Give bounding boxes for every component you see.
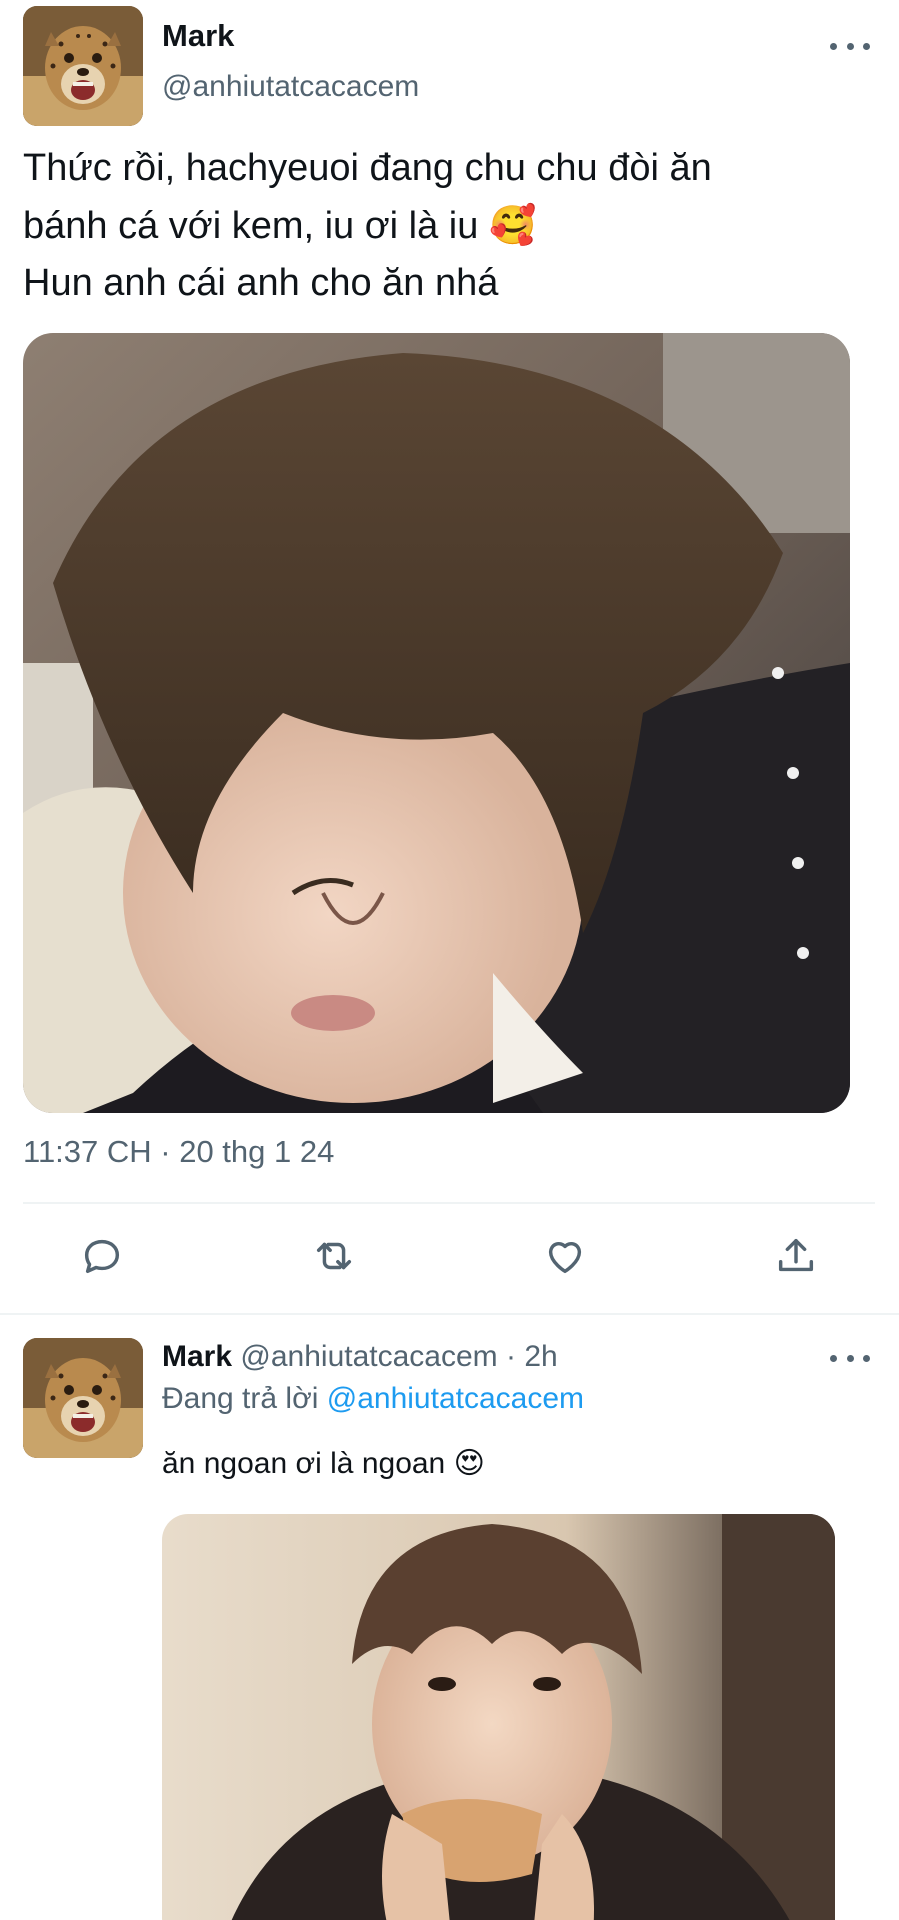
reply-header: Mark @anhiutatcacacem · 2h [162, 1340, 558, 1374]
reply-author-name[interactable]: Mark [162, 1340, 232, 1373]
divider [0, 1313, 899, 1315]
reply-photo[interactable] [162, 1514, 835, 1920]
tweet-text-line: Thức rồi, hachyeuoi đang chu chu đòi ăn [23, 147, 712, 189]
more-options-icon[interactable] [830, 36, 870, 56]
reply-icon[interactable] [72, 1226, 132, 1286]
tweet-text-line: bánh cá với kem, iu ơi là iu 🥰 [23, 203, 537, 247]
replying-mention-link[interactable]: @anhiutatcacacem [327, 1382, 584, 1415]
reply-author-avatar[interactable] [23, 1338, 143, 1458]
heart-eyes-emoji: 😍 [453, 1446, 485, 1481]
reply-author-handle[interactable]: @anhiutatcacacem [240, 1340, 497, 1373]
replying-label: Đang trả lời [162, 1382, 319, 1415]
author-avatar[interactable] [23, 6, 143, 126]
photo-image [23, 333, 850, 1113]
author-handle[interactable]: @anhiutatcacacem [162, 70, 419, 104]
smiling-face-with-hearts-emoji: 🥰 [488, 203, 537, 247]
reply-time[interactable]: · 2h [506, 1340, 558, 1373]
cheetah-avatar-image [23, 1338, 143, 1458]
tweet-text: Thức rồi, hachyeuoi đang chu chu đòi ăn … [23, 140, 863, 312]
tweet-photo[interactable] [23, 333, 850, 1113]
tweet-text-line: Hun anh cái anh cho ăn nhá [23, 262, 499, 304]
retweet-icon[interactable] [304, 1226, 364, 1286]
replying-to: Đang trả lời @anhiutatcacacem [162, 1382, 584, 1416]
author-name[interactable]: Mark [162, 18, 234, 54]
like-icon[interactable] [535, 1226, 595, 1286]
cheetah-avatar-image [23, 6, 143, 126]
divider [23, 1202, 875, 1204]
share-icon[interactable] [766, 1226, 826, 1286]
tweet-timestamp[interactable]: 11:37 CH · 20 thg 1 24 [23, 1134, 334, 1170]
reply-text: ăn ngoan ơi là ngoan 😍 [162, 1446, 485, 1481]
photo-image [162, 1514, 835, 1920]
reply-more-options-icon[interactable] [830, 1348, 870, 1368]
